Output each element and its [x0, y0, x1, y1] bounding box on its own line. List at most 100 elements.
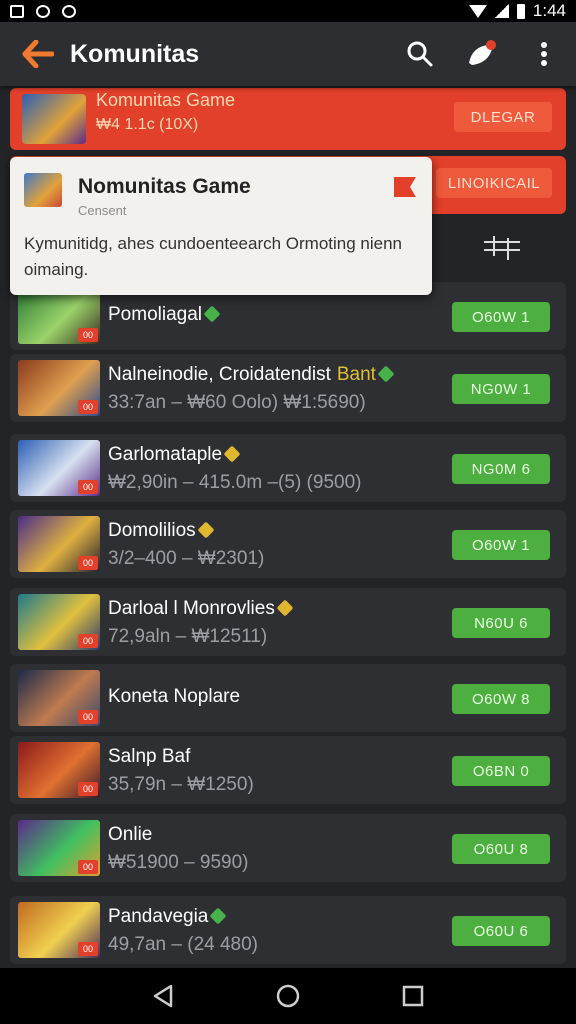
nav-back-icon [153, 984, 172, 1008]
game-subtitle: ₩2,90in – 415.0m –(5) (9500) [108, 472, 362, 493]
thumbnail-badge: 00 [78, 556, 98, 570]
wifi-icon [468, 4, 487, 18]
nav-recents-icon [403, 985, 424, 1007]
game-title: Darloal l Monrovlies [108, 598, 294, 620]
game-action-button[interactable]: O60W 1 [452, 530, 550, 560]
signal-icon [494, 4, 509, 18]
game-thumbnail: 00 [18, 820, 100, 876]
game-row[interactable]: 00 Garlomataple ₩2,90in – 415.0m –(5) (950… [10, 434, 566, 502]
flag-icon [394, 177, 416, 197]
thumbnail-badge: 00 [78, 860, 98, 874]
verified-gem-icon [276, 599, 294, 617]
game-thumbnail: 00 [18, 288, 100, 344]
status-bar: 1:44 [0, 0, 576, 22]
game-subtitle: 3/2–400 – ₩2301) [108, 548, 265, 569]
game-title: Garlomataple [108, 444, 241, 466]
game-action-button[interactable]: O6BN 0 [452, 756, 550, 786]
app-bar: Komunitas [0, 22, 576, 86]
filter-button[interactable] [480, 234, 524, 262]
search-button[interactable] [402, 36, 438, 72]
game-action-button[interactable]: O60U 8 [452, 834, 550, 864]
popup-body: Kymunitidg, ahes cundoenteearch Ormoting… [24, 234, 403, 279]
game-action-button[interactable]: NG0M 6 [452, 454, 550, 484]
overflow-menu-button[interactable] [526, 36, 562, 72]
notifications-button[interactable] [464, 36, 500, 72]
game-row[interactable]: 00 Salnp Baf 35,79n – ₩1250) O6BN 0 [10, 736, 566, 804]
game-subtitle: ₩51900 – 9590) [108, 852, 249, 873]
game-title-text: Onlie [108, 824, 153, 845]
game-title: Domolilios [108, 520, 215, 542]
verified-gem-icon [223, 445, 241, 463]
game-thumbnail: 00 [18, 516, 100, 572]
game-thumbnail: 00 [18, 742, 100, 798]
back-arrow-icon [22, 40, 54, 68]
game-row[interactable]: 00 Domolilios 3/2–400 – ₩2301) O60W 1 [10, 510, 566, 578]
game-title-text: Pomoliagal [108, 304, 202, 325]
game-action-button[interactable]: N60U 6 [452, 608, 550, 638]
game-action-button[interactable]: O60W 1 [452, 302, 550, 332]
game-subtitle: 33:7an – ₩60 Oolo) ₩1:5690) [108, 392, 366, 413]
search-icon [407, 41, 433, 67]
game-row[interactable]: 00 Koneta Noplare O60W 8 [10, 664, 566, 732]
game-title-extra: Bant [336, 364, 376, 385]
verified-gem-icon [203, 305, 221, 323]
game-row[interactable]: 00 Onlie ₩51900 – 9590) O60U 8 [10, 814, 566, 882]
game-title: Onlie [108, 824, 152, 846]
game-title-text: Garlomataple [108, 444, 223, 465]
game-title: Nalneinodie, Croidatendist Bant [108, 364, 395, 386]
notification-icon [10, 4, 24, 18]
game-thumbnail: 00 [18, 360, 100, 416]
verified-gem-icon [197, 521, 215, 539]
battery-icon [516, 3, 525, 19]
game-title-text: Darloal l Monrovlies [108, 598, 275, 619]
game-title-text: Pandavegia [108, 906, 209, 927]
thumbnail-badge: 00 [78, 942, 98, 956]
game-title: Pandavegia [108, 906, 227, 928]
promo-button-2[interactable]: LINOIKICAIL [436, 168, 552, 198]
game-row[interactable]: 00 Nalneinodie, Croidatendist Bant 33:7an –… [10, 354, 566, 422]
filter-icon [484, 236, 520, 260]
app-notification-icon [36, 4, 50, 18]
game-row[interactable]: 00 Darloal l Monrovlies 72,9aln – ₩12511) N… [10, 588, 566, 656]
megaphone-icon [469, 40, 496, 65]
thumbnail-badge: 00 [78, 400, 98, 414]
back-button[interactable] [20, 36, 56, 72]
bookmark-button[interactable] [392, 175, 418, 199]
more-vert-icon [541, 42, 547, 66]
status-time: 1:44 [532, 1, 566, 20]
popup-title: Nomunitas Game [78, 175, 251, 198]
community-popup[interactable]: Nomunitas Game Censent Kymunitidg, ahes … [10, 157, 432, 295]
nav-home-button[interactable] [270, 978, 306, 1014]
game-subtitle: 35,79n – ₩1250) [108, 774, 254, 795]
promo-button[interactable]: DLEGAR [454, 102, 552, 132]
nav-recents-button[interactable] [395, 978, 431, 1014]
game-title-text: Nalneinodie, Croidatendist [108, 364, 331, 385]
thumbnail-badge: 00 [78, 480, 98, 494]
game-title: Pomoliagal [108, 304, 221, 326]
promo-title: Komunitas Game [96, 90, 236, 110]
game-thumbnail: 00 [18, 594, 100, 650]
promo-banner[interactable]: Komunitas Game ₩4 1.1c (10X) DLEGAR [10, 88, 566, 150]
game-title: Koneta Noplare [108, 686, 240, 708]
verified-gem-icon [377, 365, 395, 383]
game-title-text: Salnp Baf [108, 746, 191, 767]
navigation-bar [0, 968, 576, 1024]
game-thumbnail: 00 [18, 902, 100, 958]
community-avatar [24, 173, 62, 207]
nav-back-button[interactable] [145, 978, 181, 1014]
game-row[interactable]: 00 Pandavegia 49,7an – (24 480) O60U 6 [10, 896, 566, 964]
popup-subtitle: Censent [78, 203, 127, 218]
screen: 1:44 Komunitas Komunitas Game ₩4 1.1c (1… [0, 0, 576, 1024]
promo-subtitle: ₩4 1.1c (10X) [96, 116, 199, 133]
thumbnail-badge: 00 [78, 782, 98, 796]
game-action-button[interactable]: NG0W 1 [452, 374, 550, 404]
game-subtitle: 72,9aln – ₩12511) [108, 626, 268, 647]
nav-home-icon [276, 984, 300, 1008]
thumbnail-badge: 00 [78, 710, 98, 724]
game-thumbnail: 00 [18, 670, 100, 726]
thumbnail-badge: 00 [78, 328, 98, 342]
bug-icon [62, 4, 76, 18]
game-thumbnail: 00 [18, 440, 100, 496]
game-action-button[interactable]: O60U 6 [452, 916, 550, 946]
game-action-button[interactable]: O60W 8 [452, 684, 550, 714]
